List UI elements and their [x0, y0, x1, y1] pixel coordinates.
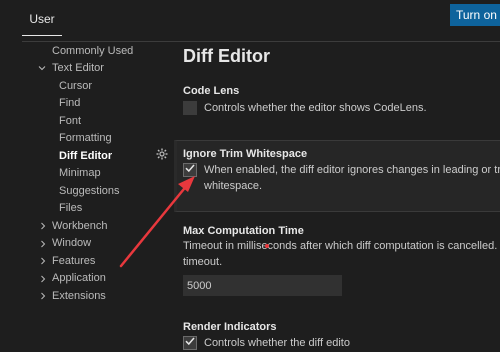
section-title: Diff Editor [183, 46, 270, 66]
tab-user[interactable]: User [22, 3, 62, 36]
toc-item-font[interactable]: Font [59, 113, 81, 130]
render-indicators-checkbox[interactable] [183, 336, 197, 350]
settings-toc: Commonly Used Text Editor Cursor Find Fo… [0, 42, 165, 347]
max-computation-time-input[interactable] [183, 275, 342, 296]
toc-item-cursor[interactable]: Cursor [59, 78, 92, 95]
setting-title-code-lens: Code Lens [183, 85, 240, 97]
toc-item-suggestions[interactable]: Suggestions [59, 183, 120, 200]
toc-item-files[interactable]: Files [59, 200, 82, 217]
toc-item-application[interactable]: Application [52, 270, 106, 287]
setting-title-render-indicators: Render Indicators [183, 321, 277, 333]
chevron-right-icon[interactable] [39, 257, 47, 265]
chevron-down-icon[interactable] [38, 64, 46, 72]
toc-item-commonly-used[interactable]: Commonly Used [52, 43, 133, 60]
toc-item-minimap[interactable]: Minimap [59, 165, 101, 182]
gear-icon[interactable] [156, 147, 168, 160]
toc-item-features[interactable]: Features [52, 253, 95, 270]
toc-item-diff-editor[interactable]: Diff Editor [59, 148, 112, 165]
toc-item-extensions[interactable]: Extensions [52, 288, 106, 305]
check-icon [184, 334, 196, 352]
setting-desc-code-lens: Controls whether the editor shows CodeLe… [204, 102, 427, 114]
setting-desc-ignore-trim-line2: whitespace. [204, 180, 263, 192]
chevron-right-icon[interactable] [39, 292, 47, 300]
check-icon [184, 161, 196, 179]
toc-item-find[interactable]: Find [59, 95, 80, 112]
setting-title-max-computation-time: Max Computation Time [183, 225, 304, 237]
chevron-right-icon[interactable] [39, 275, 47, 283]
toc-item-workbench[interactable]: Workbench [52, 218, 107, 235]
setting-desc-max-computation-line1: Timeout in milliseconds after which diff… [183, 240, 500, 252]
code-lens-checkbox[interactable] [183, 101, 197, 115]
settings-header: User Turn on S [0, 0, 500, 42]
chevron-right-icon[interactable] [39, 222, 47, 230]
toc-item-text-editor[interactable]: Text Editor [52, 60, 104, 77]
chevron-right-icon[interactable] [39, 240, 47, 248]
toc-item-formatting[interactable]: Formatting [59, 130, 112, 147]
turn-on-sync-button[interactable]: Turn on S [450, 4, 500, 26]
setting-desc-max-computation-line2: timeout. [183, 256, 223, 268]
toc-item-window[interactable]: Window [52, 235, 91, 252]
ignore-trim-whitespace-checkbox[interactable] [183, 163, 197, 177]
setting-desc-ignore-trim-line1: When enabled, the diff editor ignores ch… [204, 164, 500, 176]
setting-desc-render-indicators: Controls whether the diff edito [204, 337, 350, 349]
setting-title-ignore-trim-whitespace: Ignore Trim Whitespace [183, 148, 308, 160]
